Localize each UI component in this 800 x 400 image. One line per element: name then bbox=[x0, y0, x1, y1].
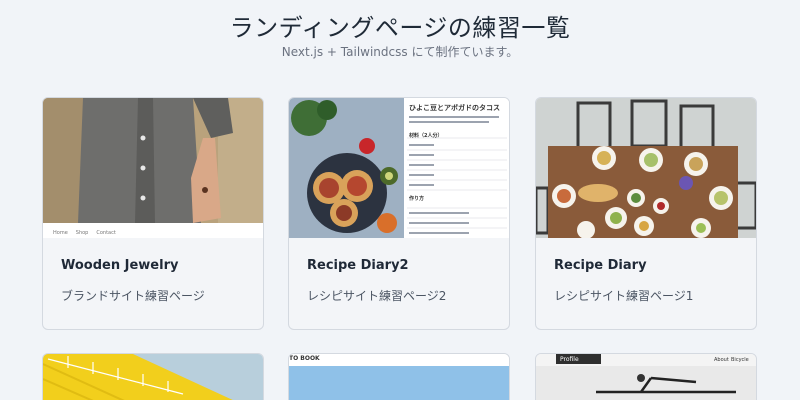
tacos-photo bbox=[289, 98, 509, 238]
card-title: Recipe Diary bbox=[554, 258, 647, 273]
thumb-steps-heading: 作り方 bbox=[409, 196, 425, 202]
thumb-label: TO BOOK bbox=[289, 355, 320, 362]
jewelry-photo bbox=[43, 98, 263, 238]
card-title: Wooden Jewelry bbox=[61, 258, 179, 273]
thumb-profile-label: Profile bbox=[560, 356, 579, 363]
project-card-bottom-2[interactable]: TO BOOK bbox=[288, 353, 510, 400]
thumb-heading: ひよこ豆とアボガドのタコス bbox=[409, 104, 500, 112]
card-thumbnail: ひよこ豆とアボガドのタコス 材料（2人分） 作り方 bbox=[289, 98, 509, 238]
card-thumbnail bbox=[536, 98, 756, 238]
project-card-bottom-3[interactable]: Profile About Bicycle bbox=[535, 353, 757, 400]
thumb-nav-home: Home bbox=[53, 230, 68, 236]
photo-book-thumbnail bbox=[289, 354, 509, 400]
card-description: レシピサイト練習ページ1 bbox=[554, 289, 694, 303]
card-thumbnail: Home Shop Contact bbox=[43, 98, 263, 238]
thumb-nav-shop: Shop bbox=[75, 230, 89, 236]
card-description: レシピサイト練習ページ2 bbox=[307, 289, 447, 303]
project-card-recipe-diary2[interactable]: ひよこ豆とアボガドのタコス 材料（2人分） 作り方 Recipe Diary2 … bbox=[288, 97, 510, 330]
page-subtitle: Next.js + Tailwindcss にて制作ています。 bbox=[281, 45, 519, 59]
thumb-link-about: About bbox=[714, 357, 729, 363]
thumb-link-bicycle: Bicycle bbox=[731, 357, 749, 363]
card-title: Recipe Diary2 bbox=[307, 258, 409, 273]
yellow-building-photo bbox=[43, 354, 263, 400]
project-card-recipe-diary[interactable]: Recipe Diary レシピサイト練習ページ1 bbox=[535, 97, 757, 330]
thumb-ingredients-heading: 材料（2人分） bbox=[409, 133, 443, 139]
project-card-bottom-1[interactable] bbox=[42, 353, 264, 400]
page-title: ランディングページの練習一覧 bbox=[229, 14, 571, 42]
thumb-nav-contact: Contact bbox=[96, 230, 116, 236]
card-description: ブランドサイト練習ページ bbox=[61, 289, 205, 303]
project-card-wooden-jewelry[interactable]: Home Shop Contact Wooden Jewelry ブランドサイト… bbox=[42, 97, 264, 330]
dinner-table-photo bbox=[536, 98, 756, 238]
